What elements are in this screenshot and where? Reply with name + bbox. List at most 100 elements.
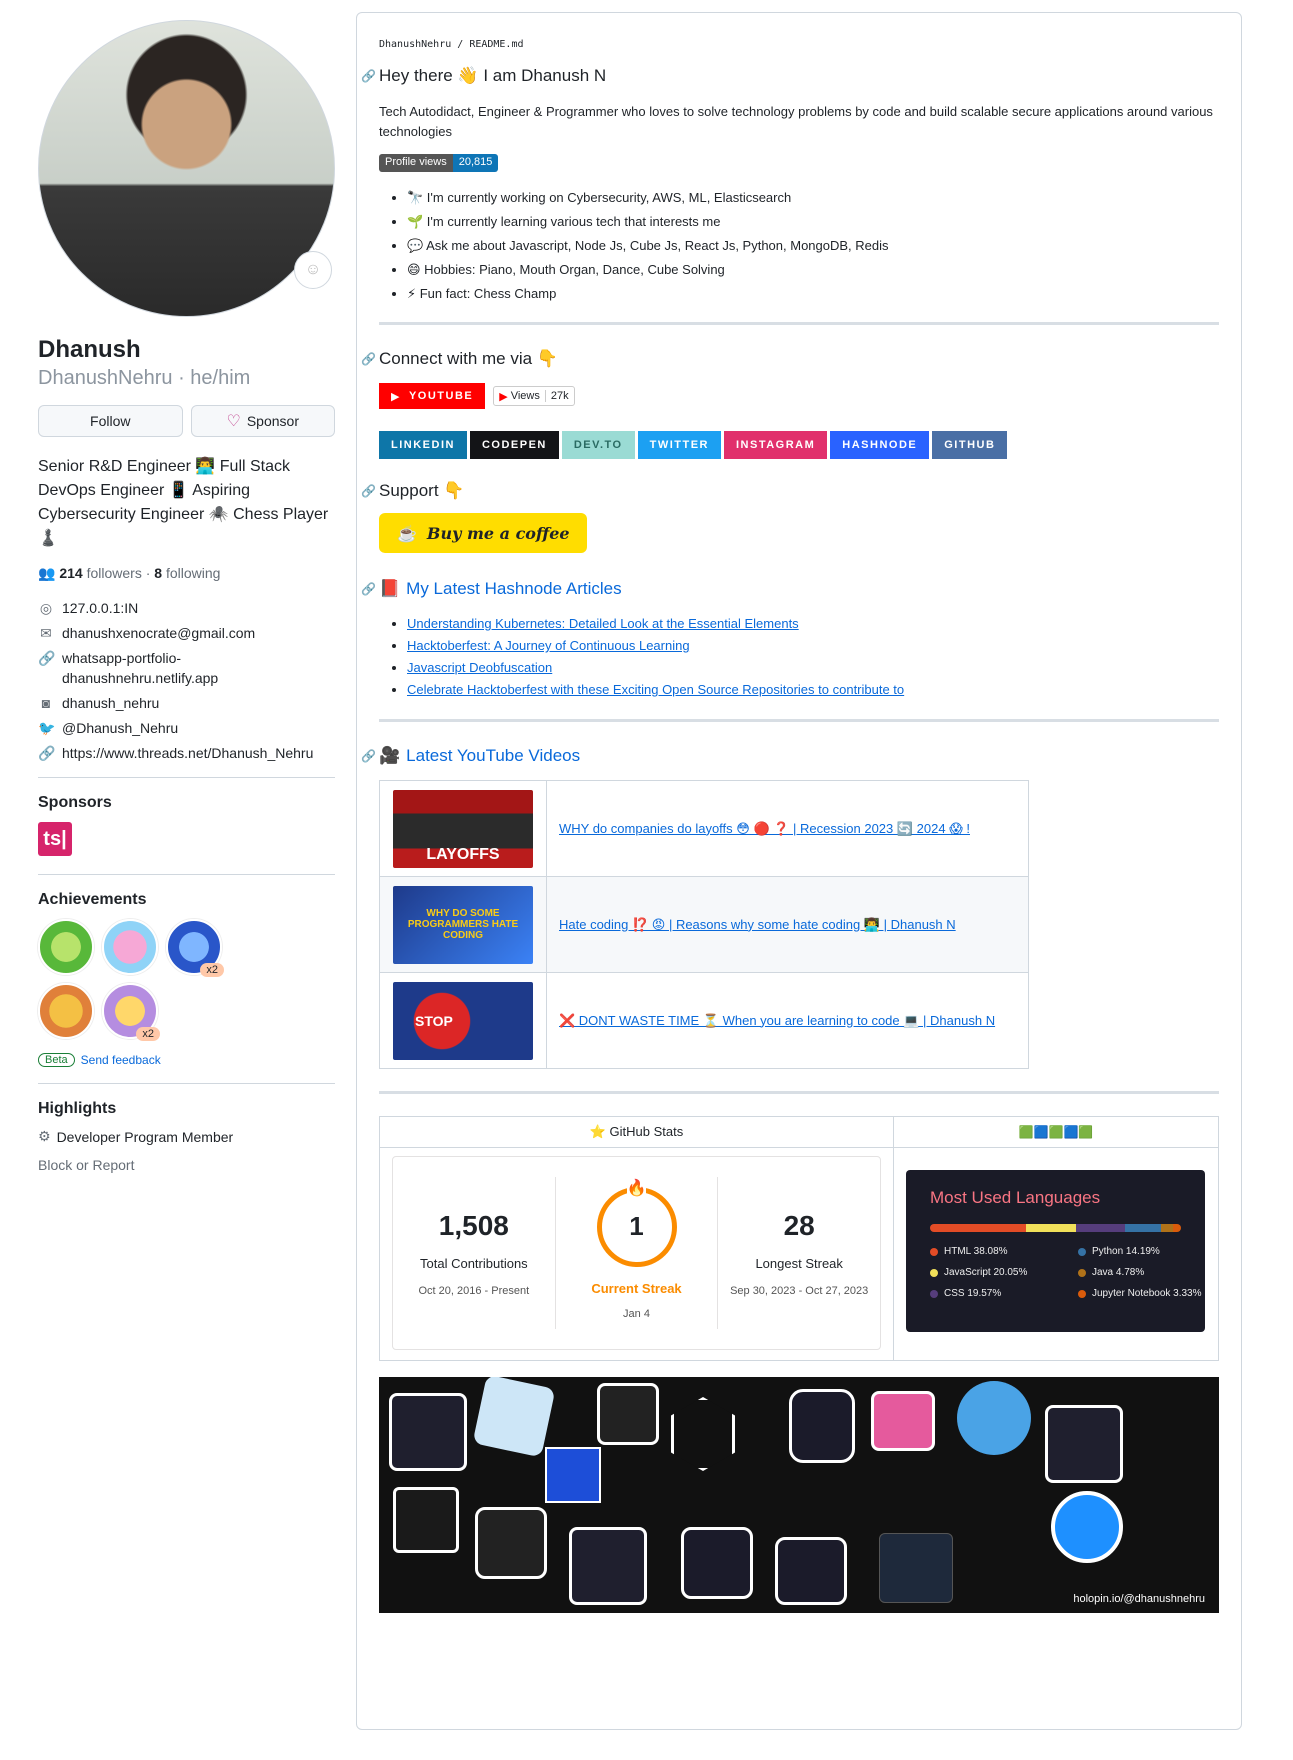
website-link[interactable]: whatsapp-portfolio-dhanushnehru.netlify.… [62,648,218,688]
article-link[interactable]: Understanding Kubernetes: Detailed Look … [407,616,799,631]
holopin-badge [545,1447,601,1503]
anchor-link-icon[interactable]: 🔗 [361,582,376,596]
achievement-count: x2 [200,963,224,977]
breadcrumb-separator: / [451,39,470,50]
language-bar-segment [1025,1224,1076,1232]
article-link[interactable]: Celebrate Hacktoberfest with these Excit… [407,682,904,697]
buy-me-a-coffee-button[interactable]: ☕ Buy me a coffee [379,513,587,553]
video-link[interactable]: WHY do companies do layoffs 😳 🔴 ❓ | Rece… [559,821,970,836]
instagram-link[interactable]: dhanush_nehru [62,693,159,713]
languages-title: Most Used Languages [930,1188,1101,1207]
twitter-link[interactable]: @Dhanush_Nehru [62,718,178,738]
video-link[interactable]: Hate coding ⁉️ 😡 | Reasons why some hate… [559,917,956,932]
link-icon: 🔗 [38,745,56,761]
anchor-link-icon[interactable]: 🔗 [361,69,376,83]
starstruck-badge[interactable]: x2 [102,983,160,1041]
sponsor-button[interactable]: ♡ Sponsor [190,405,335,437]
threads-item[interactable]: 🔗 https://www.threads.net/Dhanush_Nehru [38,743,335,763]
bio-line: DevOps Engineer 📱 Aspiring [38,482,251,499]
pull-shark-badge[interactable]: x2 [166,919,224,977]
video-thumbnail[interactable]: WHY DO SOME PROGRAMMERS HATE CODING [393,885,533,964]
website-item[interactable]: 🔗 whatsapp-portfolio-dhanushnehru.netlify… [38,648,335,688]
block-report-link[interactable]: Block or Report [38,1157,335,1173]
profile-views-badge: Profile views 20,815 [379,154,499,172]
longest-value: 28 [783,1209,815,1241]
sponsor-avatar[interactable]: ts| [38,822,72,856]
divider [379,322,1219,325]
followers-label[interactable]: followers [87,565,142,581]
quickdraw-badge[interactable] [38,983,94,1039]
anchor-link-icon[interactable]: 🔗 [361,749,376,763]
email-item[interactable]: ✉ dhanushxenocrate@gmail.com [38,623,335,643]
language-color-dot [1078,1289,1086,1298]
streak-ring: 🔥 1 [596,1177,677,1267]
devto-badge[interactable]: DEV.TO [561,431,635,459]
divider [38,777,335,778]
youtube-badge[interactable]: ▶ YOUTUBE [379,383,486,409]
video-thumbnail[interactable]: LAYOFFS [393,789,533,868]
list-item: 😄 Hobbies: Piano, Mouth Organ, Dance, Cu… [407,258,1219,282]
facts-list: 🔭 I'm currently working on Cybersecurity… [379,186,1219,306]
current-value: 1 [629,1211,644,1241]
status-emoji-button[interactable]: ☺ [294,251,332,289]
greeting-heading: 🔗 Hey there 👋 I am Dhanush N [361,66,1219,86]
heart-icon: ♡ [226,413,241,430]
location-item: ◎ 127.0.0.1:IN [38,598,335,618]
codepen-badge[interactable]: CODEPEN [469,431,559,459]
table-row: ⭐ GitHub Stats 🟩🟦🟩🟦🟩 [379,1116,1219,1148]
longest-streak: 28 Longest Streak Sep 30, 2023 - Oct 27,… [717,1177,880,1329]
language-label: Java 4.78% [1092,1267,1145,1278]
holopin-badge [472,1377,556,1458]
hashnode-badge[interactable]: HASHNODE [830,431,930,459]
website-line: whatsapp-portfolio- [62,650,182,666]
following-label[interactable]: following [166,565,220,581]
profile-login: DhanushNehru · he/him [38,367,251,389]
videos-title[interactable]: Latest YouTube Videos [406,746,580,766]
twitter-badge[interactable]: TWITTER [637,431,721,459]
follow-button[interactable]: Follow [38,405,183,437]
youtube-views-badge[interactable]: ▶ Views 27k [493,386,575,406]
cpu-icon: ⚙ [38,1128,51,1144]
articles-title[interactable]: My Latest Hashnode Articles [406,579,621,599]
email-link[interactable]: dhanushxenocrate@gmail.com [62,623,255,643]
video-thumbnail[interactable]: STOP [393,981,533,1060]
table-row: WHY DO SOME PROGRAMMERS HATE CODING Hate… [379,876,1029,973]
instagram-badge[interactable]: INSTAGRAM [724,431,828,459]
holopin-link[interactable]: holopin.io/@dhanushnehru [1073,1593,1205,1605]
anchor-link-icon[interactable]: 🔗 [361,352,376,366]
threads-link[interactable]: https://www.threads.net/Dhanush_Nehru [62,743,313,763]
thumbnail-text: WHY DO SOME PROGRAMMERS HATE CODING [407,908,519,941]
list-item: Celebrate Hacktoberfest with these Excit… [407,679,1219,701]
followers-count[interactable]: 214 [59,565,82,581]
support-heading: 🔗 Support 👇 [361,481,1219,501]
article-link[interactable]: Javascript Deobfuscation [407,660,552,675]
breadcrumb-file[interactable]: README.md [469,39,523,50]
achievement-count: x2 [136,1027,160,1041]
send-feedback-link[interactable]: Send feedback [81,1053,161,1067]
yolo-badge[interactable] [102,919,158,975]
article-link[interactable]: Hacktoberfest: A Journey of Continuous L… [407,638,690,653]
streak-card: 1,508 Total Contributions Oct 20, 2016 -… [392,1156,881,1350]
table-row: 1,508 Total Contributions Oct 20, 2016 -… [379,1147,1219,1361]
holopin-board[interactable]: holopin.io/@dhanushnehru [379,1377,1219,1613]
language-item: CSS 19.57% [930,1288,1078,1299]
instagram-item[interactable]: ◙ dhanush_nehru [38,693,335,713]
video-link[interactable]: ❌ DONT WASTE TIME ⏳ When you are learnin… [559,1013,995,1028]
videos-table: LAYOFFS WHY do companies do layoffs 😳 🔴 … [379,780,1029,1069]
highlight-text: Developer Program Member [56,1128,234,1145]
github-badge[interactable]: GITHUB [932,431,1008,459]
avatar[interactable] [38,20,335,317]
anchor-link-icon[interactable]: 🔗 [361,484,376,498]
profile-name: Dhanush [38,336,141,363]
list-item: Hacktoberfest: A Journey of Continuous L… [407,635,1219,657]
pair-extraordinaire-badge[interactable] [38,919,94,975]
mail-icon: ✉ [40,625,52,641]
camera-icon: 🎥 [379,746,401,765]
language-label: CSS 19.57% [944,1288,1002,1299]
breadcrumb-user[interactable]: DhanushNehru [379,39,451,50]
following-count[interactable]: 8 [154,565,162,581]
video-title-cell: Hate coding ⁉️ 😡 | Reasons why some hate… [546,876,1029,973]
twitter-item[interactable]: 🐦 @Dhanush_Nehru [38,718,335,738]
linkedin-badge[interactable]: LINKEDIN [379,431,467,459]
youtube-label: YOUTUBE [408,390,474,402]
